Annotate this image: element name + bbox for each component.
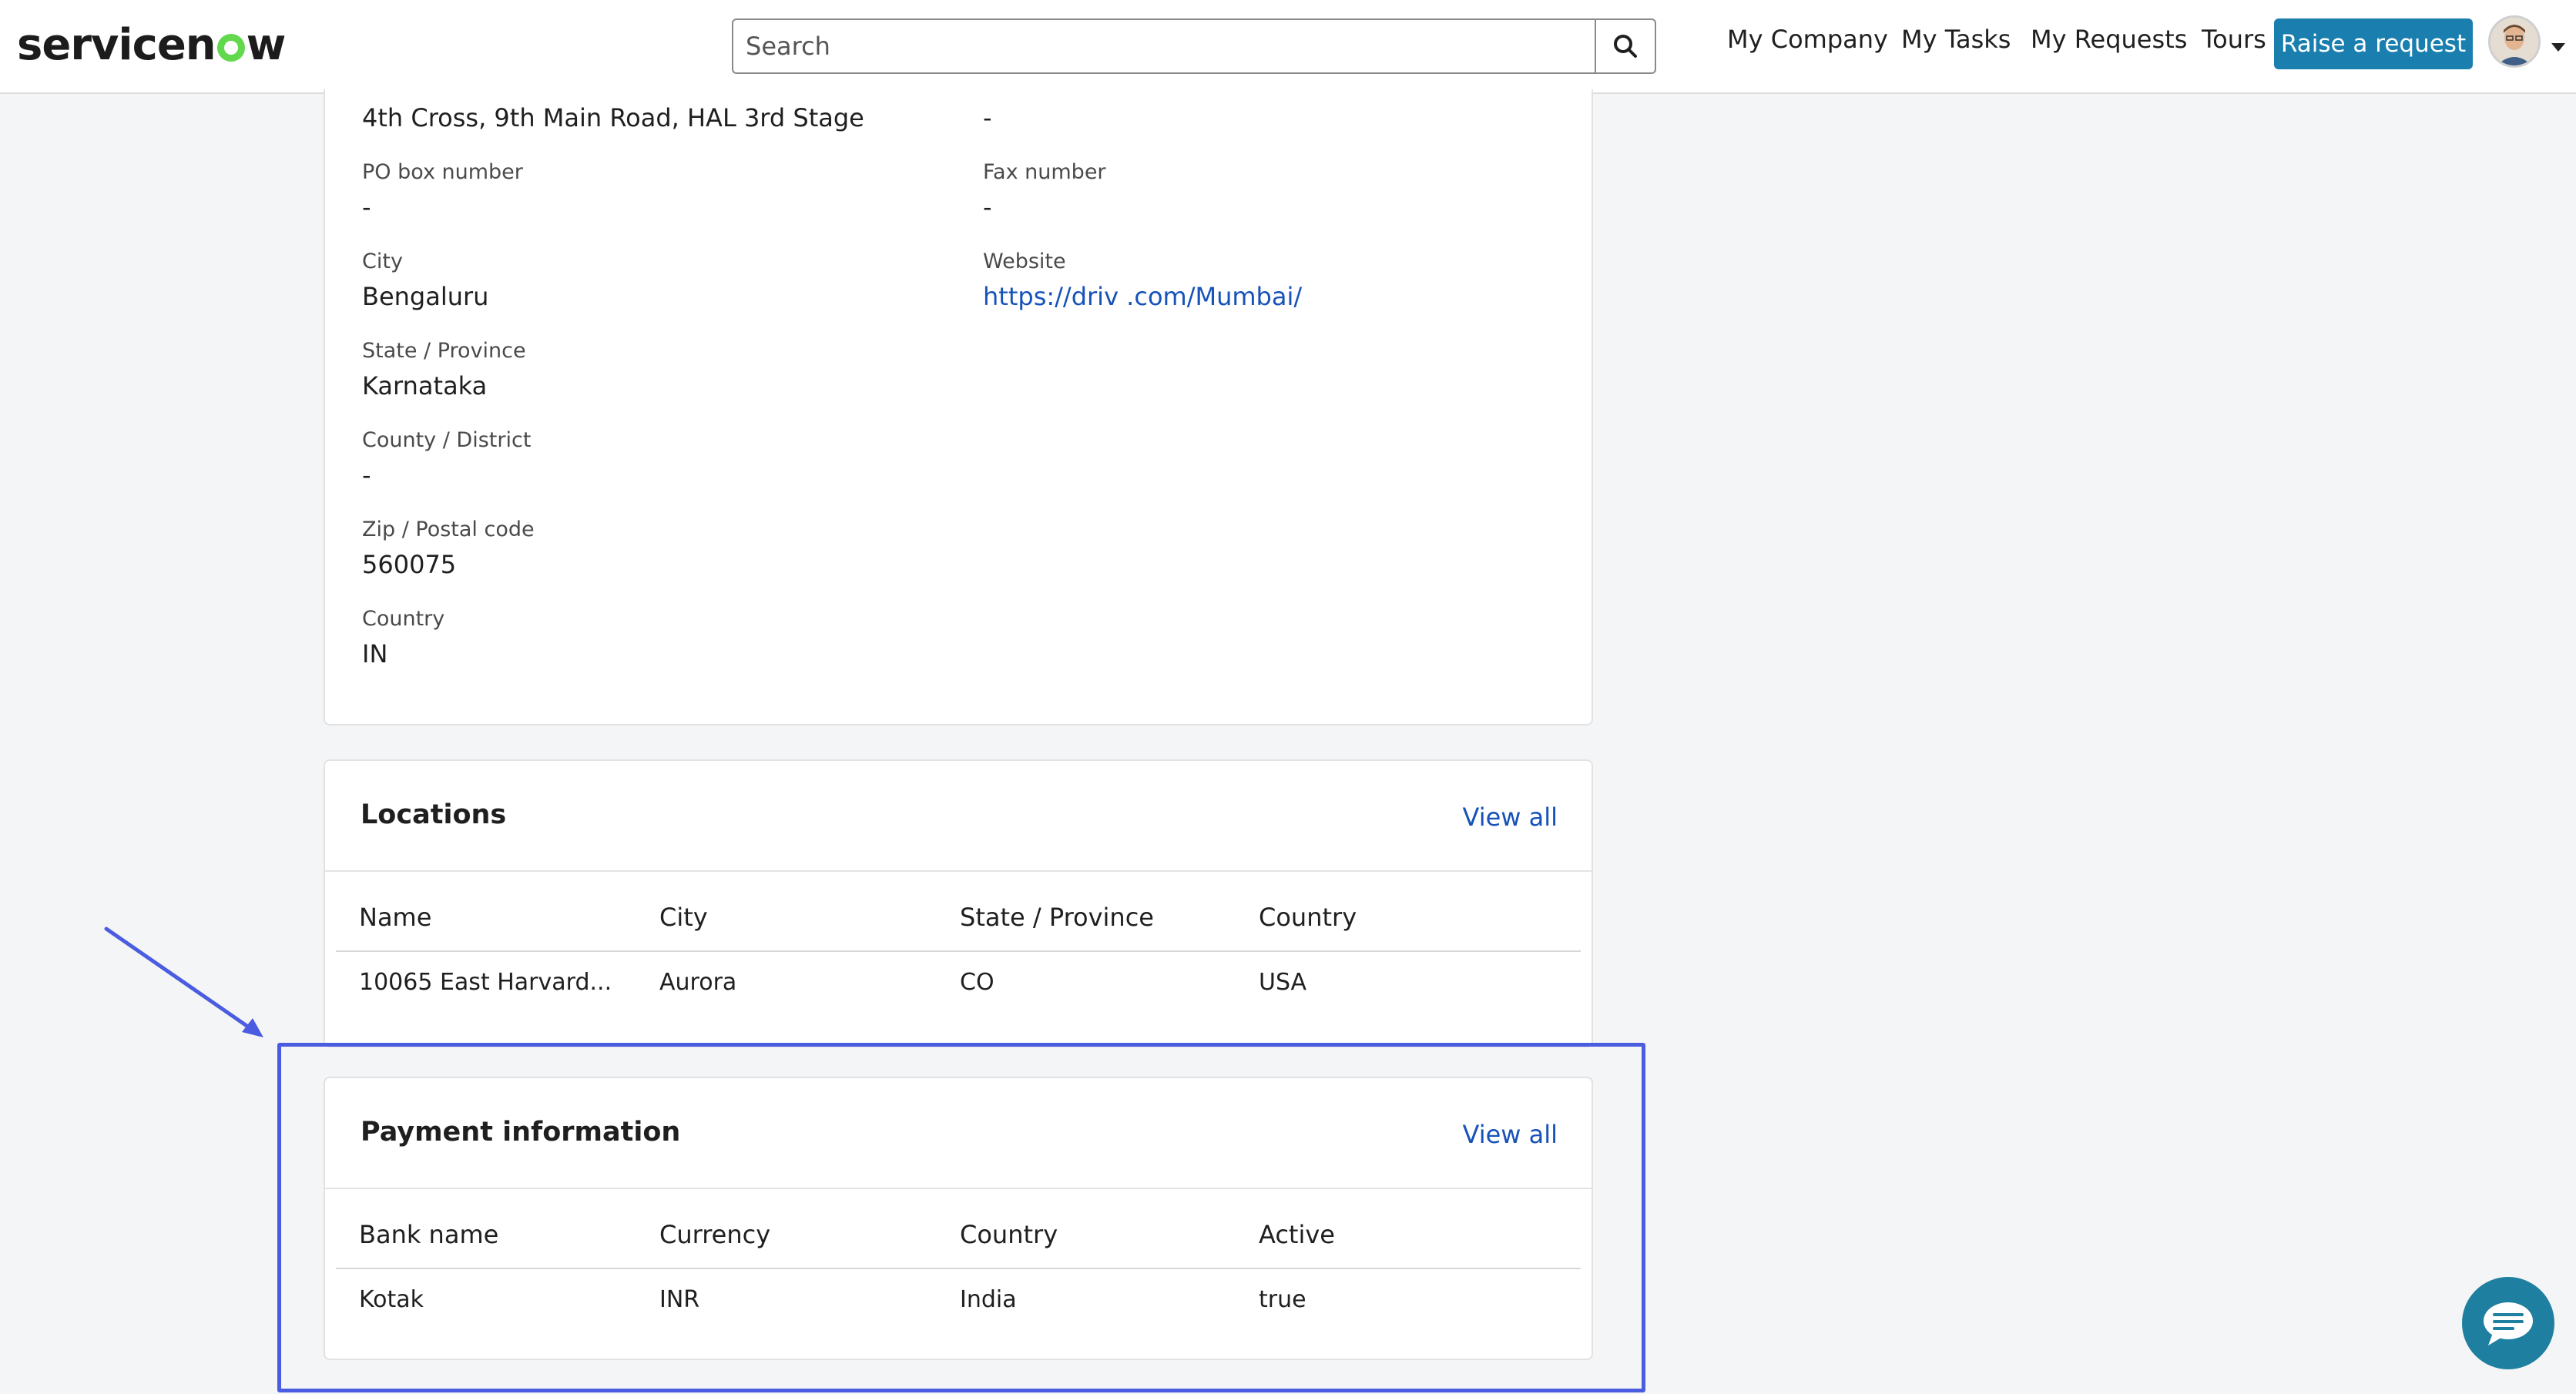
nav-my-requests[interactable]: My Requests <box>2031 25 2187 54</box>
fax-value: - <box>983 193 992 222</box>
payment-information-card: Payment information View all Bank name C… <box>324 1077 1593 1360</box>
payment-col-country[interactable]: Country <box>960 1220 1058 1249</box>
search-box <box>732 18 1656 74</box>
country-label: Country <box>362 607 445 631</box>
locations-divider <box>325 870 1592 872</box>
locations-col-country[interactable]: Country <box>1259 903 1357 932</box>
chat-icon <box>2484 1302 2533 1345</box>
address-line-right-value: - <box>983 103 992 132</box>
avatar[interactable] <box>2488 15 2541 68</box>
locations-col-state[interactable]: State / Province <box>960 903 1154 932</box>
address-line-value: 4th Cross, 9th Main Road, HAL 3rd Stage <box>362 103 864 132</box>
payment-col-currency[interactable]: Currency <box>659 1220 770 1249</box>
locations-header-line <box>336 950 1581 952</box>
top-navigation-bar: servicen w My Company My Tasks My Request… <box>0 0 2576 94</box>
logo-text-end: w <box>246 20 287 70</box>
raise-request-button[interactable]: Raise a request <box>2274 18 2473 69</box>
payment-country-cell: India <box>960 1286 1017 1313</box>
currency-cell: INR <box>659 1286 700 1313</box>
locations-view-all-link[interactable]: View all <box>1463 803 1558 832</box>
chat-button[interactable] <box>2462 1277 2554 1369</box>
po-box-label: PO box number <box>362 160 523 184</box>
city-label: City <box>362 250 403 273</box>
logo-text: servicen <box>17 20 216 70</box>
search-input[interactable] <box>733 20 1595 72</box>
user-avatar-icon <box>2490 18 2538 65</box>
locations-title: Locations <box>361 799 507 830</box>
fax-label: Fax number <box>983 160 1106 184</box>
po-box-value: - <box>362 193 371 222</box>
county-value: - <box>362 461 371 490</box>
payment-col-active[interactable]: Active <box>1259 1220 1335 1249</box>
nav-my-tasks[interactable]: My Tasks <box>1901 25 2011 54</box>
nav-my-company[interactable]: My Company <box>1727 25 1888 54</box>
state-label: State / Province <box>362 339 526 363</box>
county-label: County / District <box>362 428 532 452</box>
country-value: IN <box>362 639 388 669</box>
nav-tours[interactable]: Tours <box>2202 25 2266 54</box>
active-cell: true <box>1259 1286 1306 1313</box>
servicenow-logo[interactable]: servicen w <box>17 20 287 74</box>
payment-col-bank-name[interactable]: Bank name <box>359 1220 498 1249</box>
state-value: Karnataka <box>362 371 488 400</box>
city-value: Bengaluru <box>362 282 489 311</box>
payment-view-all-link[interactable]: View all <box>1463 1120 1558 1149</box>
website-label: Website <box>983 250 1066 273</box>
bank-name-link[interactable]: Kotak <box>359 1286 424 1313</box>
zip-label: Zip / Postal code <box>362 518 535 541</box>
location-city-cell: Aurora <box>659 969 737 996</box>
location-country-cell: USA <box>1259 969 1307 996</box>
search-button[interactable] <box>1595 20 1655 72</box>
locations-card: Locations View all Name City State / Pro… <box>324 759 1593 1047</box>
locations-col-city[interactable]: City <box>659 903 708 932</box>
website-link[interactable]: https://driv .com/Mumbai/ <box>983 282 1302 311</box>
location-state-cell: CO <box>960 969 995 996</box>
payment-title: Payment information <box>361 1117 681 1148</box>
logo-o-mark <box>216 34 245 62</box>
location-name-link[interactable]: 10065 East Harvard... <box>359 969 612 996</box>
locations-col-name[interactable]: Name <box>359 903 431 932</box>
annotation-arrow <box>104 927 263 1037</box>
chevron-down-icon[interactable] <box>2551 43 2565 52</box>
search-icon <box>1614 35 1637 58</box>
payment-header-line <box>336 1268 1581 1269</box>
address-card: 4th Cross, 9th Main Road, HAL 3rd Stage … <box>324 89 1593 725</box>
zip-value: 560075 <box>362 550 457 579</box>
payment-divider <box>325 1188 1592 1189</box>
